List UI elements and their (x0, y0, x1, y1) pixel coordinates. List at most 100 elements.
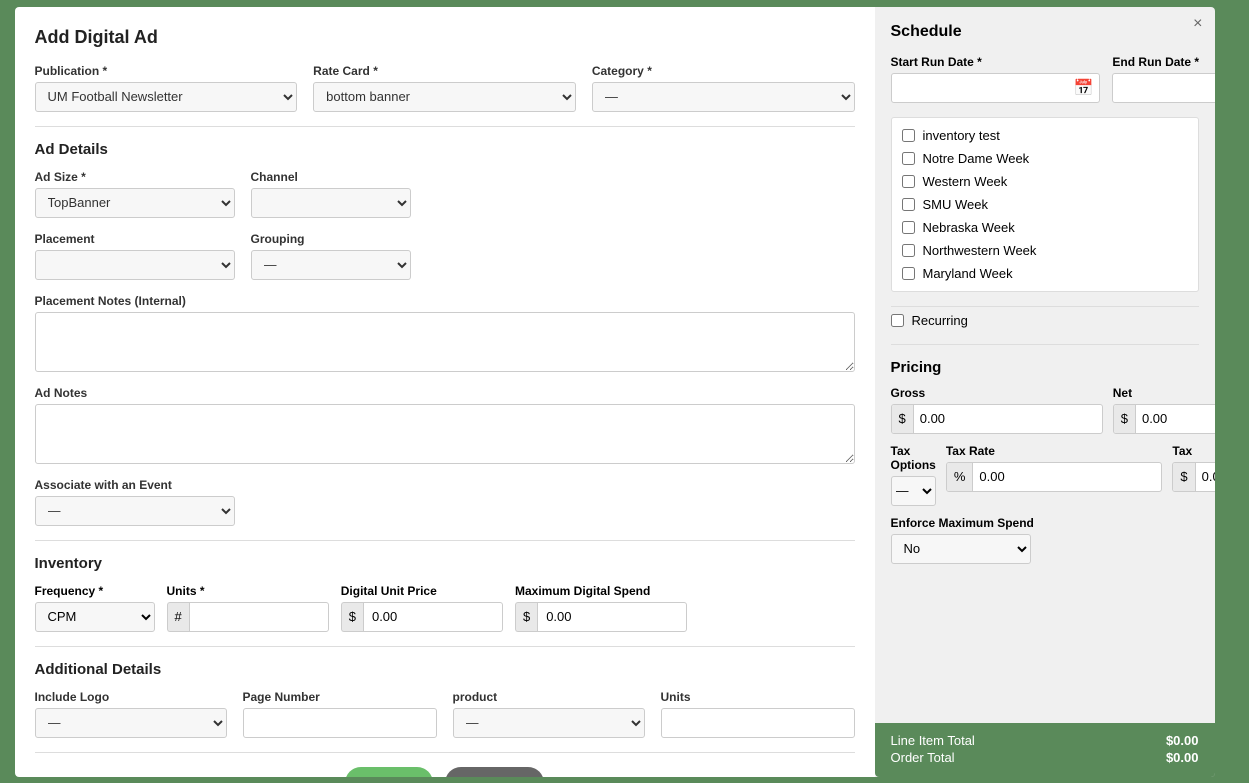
recurring-checkbox[interactable] (891, 314, 904, 327)
schedule-sidebar: × Schedule Start Run Date * 📅 End Run Da… (875, 7, 1215, 777)
start-calendar-icon[interactable]: 📅 (1074, 78, 1094, 98)
schedule-title: Schedule (891, 23, 1199, 41)
order-total-value: $0.00 (1166, 750, 1199, 765)
units-input[interactable] (189, 602, 329, 632)
save-button[interactable]: Save (345, 767, 433, 777)
schedule-list: inventory test Notre Dame Week Western W… (891, 117, 1199, 292)
cancel-button[interactable]: Cancel (445, 767, 545, 777)
tax-label: Tax (1172, 444, 1214, 458)
include-logo-label: Include Logo (35, 690, 227, 704)
category-select[interactable]: — (592, 82, 855, 112)
product-select[interactable]: — (453, 708, 645, 738)
publication-label: Publication * (35, 64, 298, 78)
schedule-checkbox-4[interactable] (902, 221, 915, 234)
order-total-row: Order Total $0.00 (891, 750, 1199, 765)
ad-notes-input[interactable] (35, 404, 855, 464)
schedule-item-2[interactable]: Western Week (892, 170, 1198, 193)
associate-event-select[interactable]: — (35, 496, 235, 526)
associate-event-group: Associate with an Event — (35, 478, 235, 526)
channel-label: Channel (251, 170, 411, 184)
end-date-input[interactable] (1119, 80, 1214, 95)
schedule-checkbox-3[interactable] (902, 198, 915, 211)
placement-notes-group: Placement Notes (Internal) (35, 294, 855, 372)
schedule-item-label-0: inventory test (923, 128, 1000, 143)
tax-rate-label: Tax Rate (946, 444, 1163, 458)
start-date-input[interactable] (898, 80, 1074, 95)
schedule-checkbox-0[interactable] (902, 129, 915, 142)
schedule-item-0[interactable]: inventory test (892, 124, 1198, 147)
tax-input-wrapper: $ (1172, 462, 1214, 492)
include-logo-group: Include Logo — (35, 690, 227, 738)
category-label: Category * (592, 64, 855, 78)
net-label: Net (1113, 386, 1215, 400)
rate-card-group: Rate Card * bottom banner (313, 64, 576, 112)
order-total-label: Order Total (891, 750, 955, 765)
tax-prefix: $ (1173, 463, 1195, 491)
additional-details-row: Include Logo — Page Number product — Uni… (35, 690, 855, 738)
enforce-select[interactable]: No (891, 534, 1031, 564)
schedule-item-6[interactable]: Maryland Week (892, 262, 1198, 285)
rate-card-label: Rate Card * (313, 64, 576, 78)
ad-size-group: Ad Size * TopBanner (35, 170, 235, 218)
gross-label: Gross (891, 386, 1103, 400)
ad-size-select[interactable]: TopBanner (35, 188, 235, 218)
schedule-item-1[interactable]: Notre Dame Week (892, 147, 1198, 170)
schedule-item-3[interactable]: SMU Week (892, 193, 1198, 216)
include-logo-select[interactable]: — (35, 708, 227, 738)
additional-details-title: Additional Details (35, 661, 855, 678)
add-units-group: Units (661, 690, 855, 738)
tax-options-group: Tax Options — (891, 444, 936, 506)
page-number-input[interactable] (243, 708, 437, 738)
publication-select[interactable]: UM Football Newsletter (35, 82, 298, 112)
grouping-select[interactable]: — (251, 250, 411, 280)
close-button[interactable]: × (1193, 15, 1202, 33)
placement-notes-input[interactable] (35, 312, 855, 372)
start-date-group: Start Run Date * 📅 (891, 55, 1101, 103)
grouping-group: Grouping — (251, 232, 411, 280)
rate-card-select[interactable]: bottom banner (313, 82, 576, 112)
totals-bar: Line Item Total $0.00 Order Total $0.00 (875, 723, 1215, 777)
main-panel: Add Digital Ad Publication * UM Football… (15, 7, 875, 777)
schedule-checkbox-1[interactable] (902, 152, 915, 165)
divider-pricing (891, 344, 1199, 345)
start-date-label: Start Run Date * (891, 55, 1101, 69)
associate-event-label: Associate with an Event (35, 478, 235, 492)
gross-input-wrapper: $ (891, 404, 1103, 434)
net-input-wrapper: $ (1113, 404, 1215, 434)
tax-row: Tax Options — Tax Rate % Tax $ (891, 444, 1199, 506)
product-group: product — (453, 690, 645, 738)
line-item-total-value: $0.00 (1166, 733, 1199, 748)
grouping-label: Grouping (251, 232, 411, 246)
digital-unit-price-prefix: $ (341, 602, 363, 632)
schedule-checkbox-5[interactable] (902, 244, 915, 257)
line-item-total-label: Line Item Total (891, 733, 975, 748)
schedule-item-4[interactable]: Nebraska Week (892, 216, 1198, 239)
frequency-select[interactable]: CPM (35, 602, 155, 632)
max-digital-spend-input[interactable] (537, 602, 687, 632)
digital-unit-price-input[interactable] (363, 602, 503, 632)
units-prefix: # (167, 602, 189, 632)
gross-input[interactable] (914, 411, 1102, 426)
tax-rate-wrapper: % (946, 462, 1163, 492)
tax-rate-group: Tax Rate % (946, 444, 1163, 506)
schedule-item-label-3: SMU Week (923, 197, 989, 212)
tax-rate-input[interactable] (973, 469, 1161, 484)
ad-size-label: Ad Size * (35, 170, 235, 184)
units-label: Units * (167, 584, 329, 598)
placement-select[interactable] (35, 250, 235, 280)
pricing-main-row: Gross $ Net $ Barter $ (891, 386, 1199, 434)
schedule-checkbox-2[interactable] (902, 175, 915, 188)
tax-options-select[interactable]: — (891, 476, 936, 506)
schedule-checkbox-6[interactable] (902, 267, 915, 280)
gross-group: Gross $ (891, 386, 1103, 434)
schedule-item-label-1: Notre Dame Week (923, 151, 1030, 166)
tax-input[interactable] (1196, 469, 1215, 484)
channel-select[interactable] (251, 188, 411, 218)
schedule-item-5[interactable]: Northwestern Week (892, 239, 1198, 262)
digital-unit-price-wrapper: $ (341, 602, 503, 632)
add-units-input[interactable] (661, 708, 855, 738)
frequency-label: Frequency * (35, 584, 155, 598)
ad-notes-group: Ad Notes (35, 386, 855, 464)
net-input[interactable] (1136, 411, 1215, 426)
max-digital-spend-prefix: $ (515, 602, 537, 632)
